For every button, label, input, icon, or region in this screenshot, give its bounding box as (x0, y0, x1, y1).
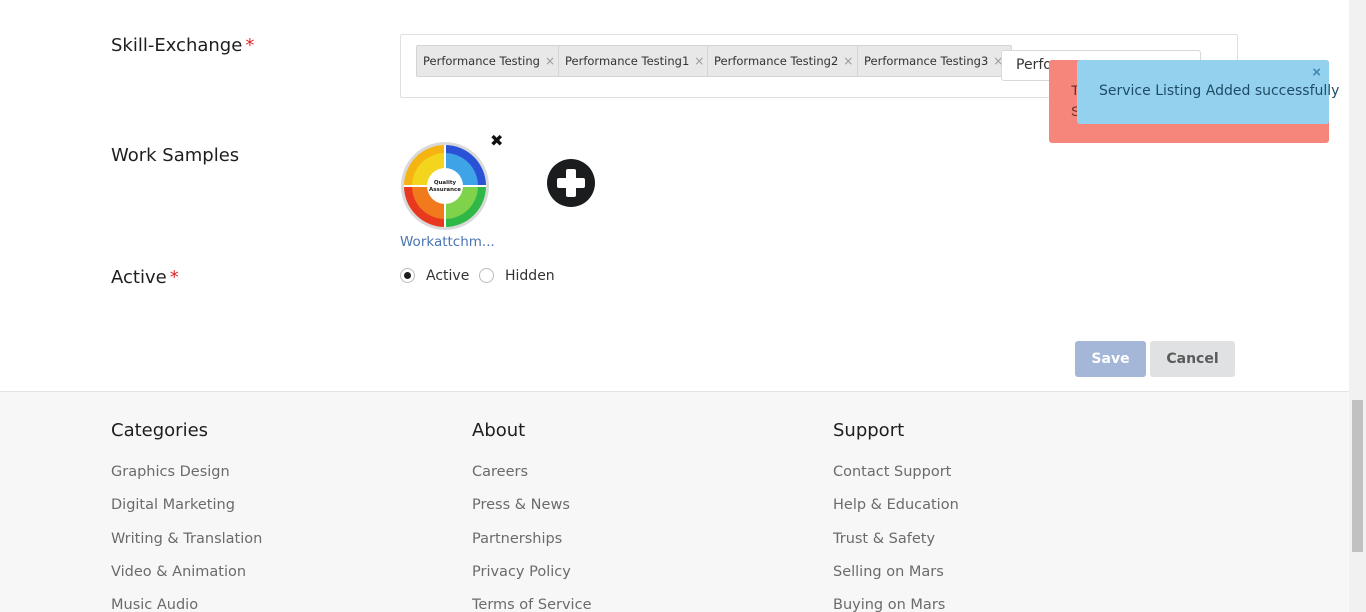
skill-tag: Performance Testing3 × (857, 45, 1013, 77)
work-sample-thumbnail[interactable]: Quality Assurance (400, 141, 490, 231)
remove-tag-icon[interactable]: × (545, 54, 555, 68)
active-label-text: Active (111, 267, 167, 288)
service-listing-form: Skill-Exchange * Performance Testing × Per… (0, 0, 1349, 391)
skill-tag-label: Performance Testing2 (714, 54, 839, 68)
footer-link[interactable]: Privacy Policy (472, 564, 571, 580)
footer-link[interactable]: Buying on Mars (833, 597, 945, 612)
footer-link[interactable]: Graphics Design (111, 464, 230, 480)
sample-image-text: Assurance (429, 187, 461, 193)
work-sample-name-link[interactable]: Workattchm... (400, 234, 495, 250)
footer-link[interactable]: Writing & Translation (111, 531, 262, 547)
success-toast: Service Listing Added successfully × (1077, 60, 1339, 124)
footer-link[interactable]: Help & Education (833, 497, 959, 513)
work-samples-label: Work Samples (111, 145, 240, 166)
scrollbar-thumb[interactable] (1352, 400, 1363, 552)
radio-active-label[interactable]: Active (426, 268, 469, 284)
skill-exchange-label-text: Skill-Exchange (111, 35, 243, 56)
close-icon[interactable]: × (1312, 64, 1321, 81)
skill-tag: Performance Testing × (416, 45, 565, 77)
footer-link[interactable]: Terms of Service (472, 597, 591, 612)
skill-tag: Performance Testing1 × (558, 45, 714, 77)
skill-tag-label: Performance Testing3 (864, 54, 989, 68)
footer-link[interactable]: Digital Marketing (111, 497, 235, 513)
save-button[interactable]: Save (1075, 341, 1146, 377)
page-scrollbar[interactable] (1349, 0, 1366, 612)
footer-link[interactable]: Selling on Mars (833, 564, 944, 580)
quality-assurance-image: Quality Assurance (401, 142, 489, 230)
remove-tag-icon[interactable]: × (843, 54, 853, 68)
remove-sample-icon[interactable]: ✖ (490, 131, 503, 150)
skill-tag-label: Performance Testing (423, 54, 540, 68)
remove-tag-icon[interactable]: × (694, 54, 704, 68)
sample-image-text: Quality (434, 180, 457, 186)
footer-heading-support: Support (833, 420, 905, 441)
radio-hidden-label[interactable]: Hidden (505, 268, 555, 284)
footer-link[interactable]: Contact Support (833, 464, 951, 480)
site-footer: Categories Graphics Design Digital Marke… (0, 391, 1349, 612)
skill-tag: Performance Testing2 × (707, 45, 863, 77)
required-mark: * (169, 267, 179, 288)
success-toast-message: Service Listing Added successfully (1099, 83, 1340, 99)
active-label: Active * (111, 267, 179, 288)
footer-link[interactable]: Careers (472, 464, 528, 480)
skill-exchange-label: Skill-Exchange * (111, 35, 254, 56)
footer-link[interactable]: Trust & Safety (833, 531, 935, 547)
radio-hidden[interactable] (479, 268, 494, 283)
footer-link[interactable]: Video & Animation (111, 564, 246, 580)
skill-tag-label: Performance Testing1 (565, 54, 690, 68)
footer-link[interactable]: Press & News (472, 497, 570, 513)
add-work-sample-button[interactable] (547, 159, 595, 207)
footer-link[interactable]: Partnerships (472, 531, 562, 547)
radio-active[interactable] (400, 268, 415, 283)
cancel-button[interactable]: Cancel (1150, 341, 1235, 377)
footer-heading-categories: Categories (111, 420, 209, 441)
required-mark: * (245, 35, 255, 56)
plus-circle-icon-stem (566, 169, 576, 197)
footer-heading-about: About (472, 420, 526, 441)
footer-link[interactable]: Music Audio (111, 597, 198, 612)
